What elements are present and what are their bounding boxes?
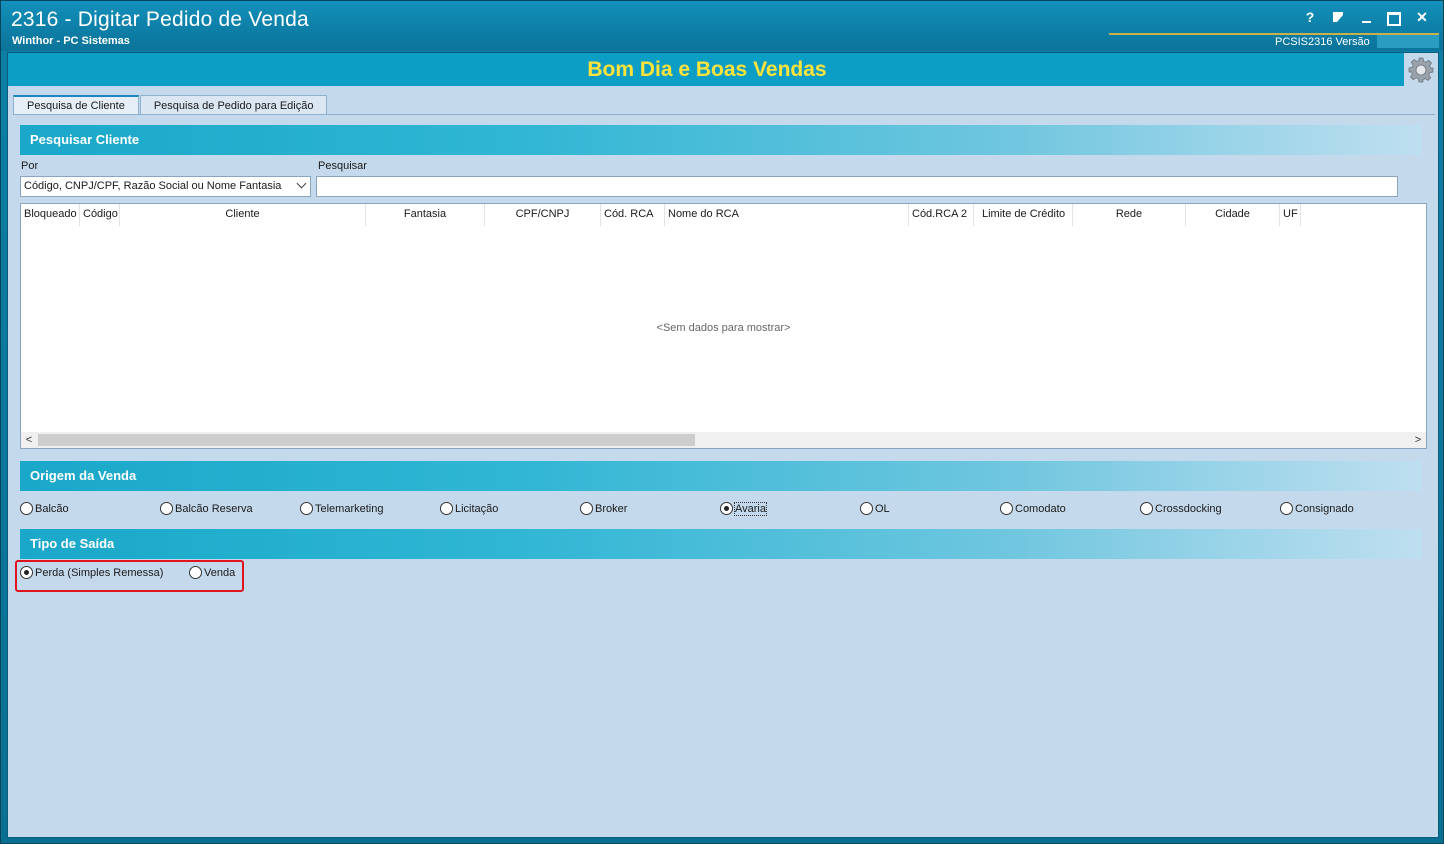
- tab-pesquisa-cliente[interactable]: Pesquisa de Cliente: [13, 95, 139, 115]
- horizontal-scrollbar[interactable]: < >: [21, 432, 1426, 448]
- column-header[interactable]: Cliente: [120, 204, 366, 226]
- radio-label: Consignado: [1295, 502, 1354, 515]
- radio-licitacao[interactable]: Licitação: [440, 502, 498, 515]
- radio-label: OL: [875, 502, 890, 515]
- pesquisar-label: Pesquisar: [318, 160, 367, 172]
- version-label: PCSIS2316 Versão: [1275, 36, 1370, 48]
- section-origem-venda: Origem da Venda: [20, 461, 1422, 491]
- version-area: PCSIS2316 Versão: [1109, 33, 1439, 49]
- section-title: Origem da Venda: [30, 468, 137, 483]
- column-header[interactable]: Cód.RCA 2: [909, 204, 974, 226]
- radio-telemarketing[interactable]: Telemarketing: [300, 502, 383, 515]
- close-button[interactable]: ✕: [1415, 9, 1429, 25]
- search-by-dropdown[interactable]: Código, CNPJ/CPF, Razão Social ou Nome F…: [20, 176, 311, 197]
- radio-consignado[interactable]: Consignado: [1280, 502, 1354, 515]
- window-subtitle: Winthor - PC Sistemas: [12, 35, 130, 47]
- app-window: 2316 - Digitar Pedido de Venda Winthor -…: [0, 0, 1444, 844]
- edit-icon[interactable]: [1331, 9, 1345, 25]
- radio-label: Comodato: [1015, 502, 1066, 515]
- radio-avaria[interactable]: Avaria: [720, 501, 767, 516]
- chevron-down-icon: [296, 178, 307, 189]
- origem-venda-options: Balcão Balcão Reserva Telemarketing Lici…: [20, 501, 1422, 522]
- radio-circle: [1000, 502, 1013, 515]
- gear-icon: [1408, 57, 1434, 82]
- radio-circle: [160, 502, 173, 515]
- radio-circle: [860, 502, 873, 515]
- settings-button[interactable]: [1404, 53, 1438, 86]
- version-value-box: [1377, 35, 1439, 48]
- radio-circle: [20, 502, 33, 515]
- column-header[interactable]: Rede: [1073, 204, 1186, 226]
- greeting-text: Bom Dia e Boas Vendas: [587, 58, 827, 81]
- tab-divider: [13, 114, 1435, 115]
- radio-broker[interactable]: Broker: [580, 502, 627, 515]
- radio-label: Balcão Reserva: [175, 502, 253, 515]
- radio-circle: [720, 502, 733, 515]
- radio-circle: [300, 502, 313, 515]
- column-header[interactable]: Fantasia: [366, 204, 485, 226]
- section-pesquisar-cliente: Pesquisar Cliente: [20, 125, 1422, 155]
- radio-balcao-reserva[interactable]: Balcão Reserva: [160, 502, 253, 515]
- tab-bar: Pesquisa de Cliente Pesquisa de Pedido p…: [13, 95, 328, 115]
- search-input[interactable]: [316, 176, 1398, 197]
- title-bar: 2316 - Digitar Pedido de Venda Winthor -…: [1, 1, 1443, 51]
- minimize-icon[interactable]: [1359, 9, 1373, 25]
- radio-circle: [580, 502, 593, 515]
- radio-label: Licitação: [455, 502, 499, 515]
- column-header[interactable]: Bloqueado: [21, 204, 80, 226]
- radio-balcao[interactable]: Balcão: [20, 502, 69, 515]
- radio-circle: [440, 502, 453, 515]
- maximize-icon[interactable]: [1387, 9, 1401, 25]
- radio-circle: [1140, 502, 1153, 515]
- main-content: Bom Dia e Boas Vendas Pesquisa de Client…: [7, 52, 1439, 838]
- section-title: Tipo de Saída: [30, 536, 115, 551]
- column-header[interactable]: Nome do RCA: [665, 204, 909, 226]
- section-tipo-saida: Tipo de Saída: [20, 529, 1422, 559]
- column-header[interactable]: Cidade: [1186, 204, 1280, 226]
- column-header[interactable]: Código: [80, 204, 120, 226]
- radio-label: Crossdocking: [1155, 502, 1222, 515]
- client-grid[interactable]: Bloqueado Código Cliente Fantasia CPF/CN…: [20, 203, 1427, 449]
- empty-message: <Sem dados para mostrar>: [656, 322, 791, 334]
- greeting-banner: Bom Dia e Boas Vendas: [8, 53, 1406, 86]
- radio-label: Broker: [595, 502, 628, 515]
- search-by-value: Código, CNPJ/CPF, Razão Social ou Nome F…: [24, 180, 282, 192]
- radio-label: Telemarketing: [315, 502, 384, 515]
- column-header[interactable]: Cód. RCA: [601, 204, 665, 226]
- grid-header: Bloqueado Código Cliente Fantasia CPF/CN…: [21, 204, 1426, 226]
- radio-crossdocking[interactable]: Crossdocking: [1140, 502, 1222, 515]
- highlight-annotation: [15, 560, 244, 592]
- scroll-left-icon[interactable]: <: [21, 432, 37, 448]
- radio-label: Avaria: [734, 501, 767, 516]
- scroll-right-icon[interactable]: >: [1410, 432, 1426, 448]
- help-button[interactable]: ?: [1303, 9, 1317, 25]
- tab-pesquisa-pedido[interactable]: Pesquisa de Pedido para Edição: [139, 95, 328, 115]
- radio-label: Balcão: [35, 502, 69, 515]
- window-title: 2316 - Digitar Pedido de Venda: [11, 8, 309, 31]
- column-header[interactable]: CPF/CNPJ: [485, 204, 601, 226]
- scroll-thumb[interactable]: [38, 434, 695, 446]
- radio-comodato[interactable]: Comodato: [1000, 502, 1066, 515]
- column-header[interactable]: UF: [1280, 204, 1301, 226]
- radio-circle: [1280, 502, 1293, 515]
- column-header[interactable]: Limite de Crédito: [974, 204, 1073, 226]
- radio-ol[interactable]: OL: [860, 502, 890, 515]
- window-controls: ? ✕: [1303, 9, 1429, 25]
- por-label: Por: [21, 160, 39, 172]
- section-title: Pesquisar Cliente: [30, 132, 140, 147]
